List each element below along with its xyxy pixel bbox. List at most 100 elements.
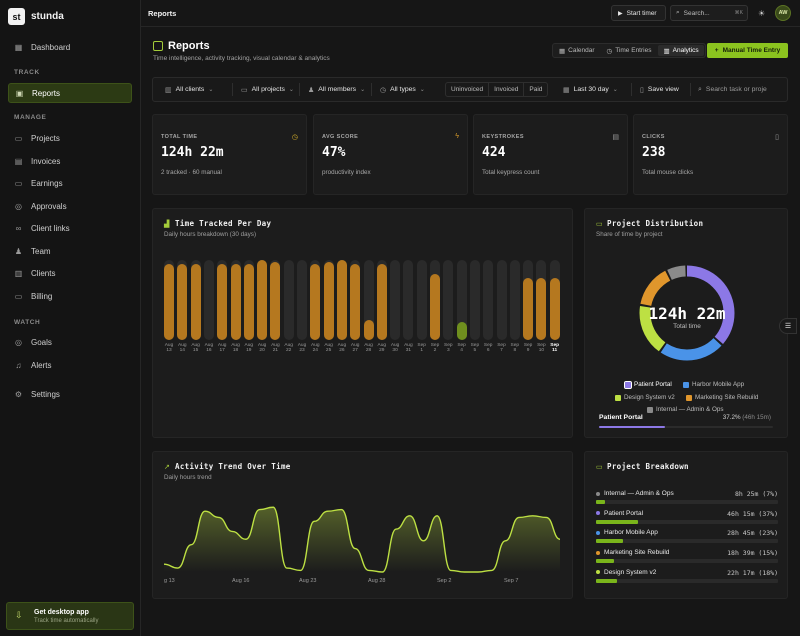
sidebar-item-projects[interactable]: ▭ Projects <box>8 128 132 148</box>
member-filter-value: All members <box>318 86 357 93</box>
bar[interactable] <box>257 260 268 340</box>
bar[interactable] <box>217 264 228 340</box>
x-tick-label: Sep 7 <box>504 578 518 584</box>
sidebar-item-settings[interactable]: ⚙ Settings <box>8 384 132 404</box>
sidebar-item-goals[interactable]: ◎ Goals <box>8 332 132 352</box>
clock-icon: ◷ <box>606 47 613 55</box>
breakdown-value: 46h 15m (37%) <box>727 509 778 518</box>
bar-label: Aug 23 <box>297 343 307 354</box>
legend-item[interactable]: Harbor Mobile App <box>683 381 744 388</box>
divider <box>631 83 632 96</box>
sidebar-item-client-links[interactable]: ∞ Client links <box>8 218 132 238</box>
invoice-state-invoiced[interactable]: Invoiced <box>489 83 525 96</box>
legend-item[interactable]: Internal — Admin & Ops <box>647 406 724 413</box>
section-heading-manage: MANAGE <box>14 114 47 121</box>
sidebar-item-clients[interactable]: ▥ Clients <box>8 263 132 283</box>
bar[interactable] <box>376 264 387 340</box>
save-view-label: Save view <box>647 86 679 93</box>
brand[interactable]: st stunda <box>8 8 64 25</box>
sidebar-item-invoices[interactable]: ▤ Invoices <box>8 151 132 171</box>
invoice-state-uninvoiced[interactable]: Uninvoiced <box>446 83 490 96</box>
bar[interactable] <box>430 273 440 340</box>
sidebar-item-earnings[interactable]: ▭ Earnings <box>8 173 132 193</box>
play-icon: ▶ <box>618 10 623 17</box>
breakdown-fill <box>596 559 615 564</box>
bar[interactable] <box>164 264 174 340</box>
legend-item[interactable]: Patient Portal <box>624 380 672 389</box>
save-view-button[interactable]: ▯ Save view <box>640 78 679 101</box>
download-icon: ⇩ <box>15 610 23 620</box>
project-dot <box>596 491 600 496</box>
sidebar-item-team[interactable]: ♟ Team <box>8 241 132 261</box>
filter-panel-toggle-icon[interactable]: ☰ <box>779 318 797 334</box>
bar[interactable] <box>190 264 201 340</box>
avatar[interactable]: AW <box>775 5 791 21</box>
date-range-filter[interactable]: ▦ Last 30 day ⌄ <box>563 78 618 101</box>
bar-track <box>496 260 507 340</box>
client-filter[interactable]: ▥ All clients ⌄ <box>165 78 213 101</box>
breakdown-row[interactable]: Design System v2 22h 17m (18%) <box>596 569 778 584</box>
tab-label: Calendar <box>568 47 595 54</box>
legend-item[interactable]: Design System v2 <box>615 394 675 401</box>
breakdown-row[interactable]: Harbor Mobile App 28h 45m (23%) <box>596 529 778 544</box>
task-search-input[interactable]: ⌕ Search task or proje <box>698 78 786 101</box>
legend-label: Patient Portal <box>634 381 672 388</box>
bar[interactable] <box>350 264 361 340</box>
bar[interactable] <box>323 262 334 340</box>
bar[interactable] <box>456 322 467 340</box>
start-timer-button[interactable]: ▶ Start timer <box>611 5 666 21</box>
sidebar-item-billing[interactable]: ▭ Billing <box>8 286 132 306</box>
bar[interactable] <box>549 278 560 340</box>
bar[interactable] <box>310 264 321 340</box>
breakdown-project: Internal — Admin & Ops <box>596 490 674 497</box>
bar[interactable] <box>336 260 347 340</box>
breakdown-value: 28h 45m (23%) <box>727 529 778 538</box>
breakdown-row[interactable]: Patient Portal 46h 15m (37%) <box>596 510 778 525</box>
sidebar-item-alerts[interactable]: ♫ Alerts <box>8 355 132 375</box>
theme-toggle-icon[interactable]: ☀ <box>758 9 765 18</box>
x-tick-label: g 13 <box>164 578 175 584</box>
breakdown-track <box>596 559 778 564</box>
bookmark-icon: ▯ <box>640 86 644 94</box>
building-icon: ▥ <box>165 86 172 94</box>
breakdown-row[interactable]: Internal — Admin & Ops 8h 25m (7%) <box>596 490 778 505</box>
sidebar-item-reports[interactable]: ▣ Reports <box>8 83 132 103</box>
project-dot <box>596 511 600 516</box>
bar-track <box>443 260 454 340</box>
member-filter[interactable]: ♟ All members ⌄ <box>308 78 365 101</box>
bar-track <box>416 260 427 340</box>
tab-analytics[interactable]: ▥ Analytics <box>658 45 704 56</box>
view-tabs: ▦ Calendar ◷ Time Entries ▥ Analytics <box>552 43 706 58</box>
breakdown-project-name: Internal — Admin & Ops <box>604 490 674 497</box>
tab-label: Time Entries <box>615 47 652 54</box>
global-search-input[interactable]: ⌕ Search... ⌘K <box>670 5 748 21</box>
bar[interactable] <box>243 264 254 340</box>
bar-label: Aug 26 <box>337 343 347 354</box>
invoice-state-paid[interactable]: Paid <box>524 83 547 96</box>
mouse-icon: ▯ <box>775 134 779 141</box>
project-filter[interactable]: ▭ All projects ⌄ <box>241 78 294 101</box>
folder-icon: ▭ <box>596 464 603 471</box>
stat-label: AVG SCORE <box>322 134 359 140</box>
project-dot <box>596 570 600 575</box>
bar-track <box>283 260 294 340</box>
tab-calendar[interactable]: ▦ Calendar <box>554 45 600 56</box>
type-filter[interactable]: ◷ All types ⌄ <box>380 78 425 101</box>
chevron-down-icon: ⌄ <box>288 87 294 93</box>
bar[interactable] <box>177 264 188 340</box>
donut-center-label: Total time <box>673 323 701 330</box>
bar[interactable] <box>363 320 374 340</box>
legend-item[interactable]: Marketing Site Rebuild <box>686 394 758 401</box>
sidebar-item-approvals[interactable]: ◎ Approvals <box>8 196 132 216</box>
breakdown-row[interactable]: Marketing Site Rebuild 18h 39m (15%) <box>596 549 778 564</box>
manual-time-entry-button[interactable]: + Manual Time Entry <box>707 43 788 58</box>
gear-icon: ⚙ <box>14 389 23 399</box>
bar[interactable] <box>230 264 241 340</box>
project-filter-value: All projects <box>251 86 285 93</box>
desktop-app-promo[interactable]: ⇩ Get desktop app Track time automatical… <box>6 602 134 630</box>
bar[interactable] <box>523 278 534 340</box>
bar[interactable] <box>270 262 281 340</box>
bar[interactable] <box>536 278 547 340</box>
tab-time-entries[interactable]: ◷ Time Entries <box>602 45 657 56</box>
sidebar-item-dashboard[interactable]: ▦ Dashboard <box>8 37 132 57</box>
